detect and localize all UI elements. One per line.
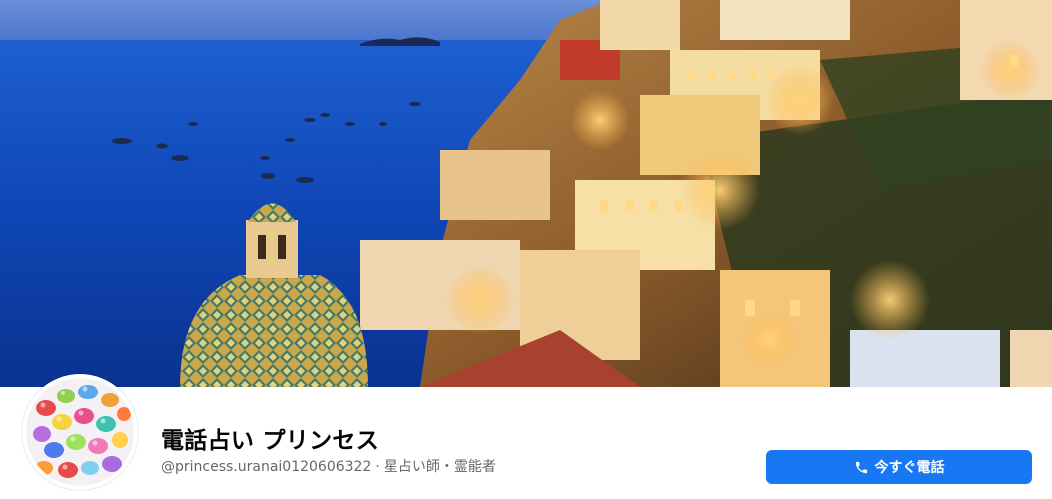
call-now-label: 今すぐ電話	[874, 460, 945, 476]
call-now-button[interactable]: 今すぐ電話	[766, 450, 1032, 484]
page-title[interactable]: 電話占い プリンセス	[161, 421, 379, 455]
profile-avatar[interactable]	[22, 374, 138, 490]
meta-separator: ·	[375, 459, 380, 475]
gemstones-avatar-image	[26, 378, 134, 486]
page-category[interactable]: 星占い師・霊能者	[384, 459, 496, 475]
page-meta: @princess.uranai0120606322 · 星占い師・霊能者	[161, 456, 496, 476]
phone-icon	[855, 461, 867, 473]
cover-image	[0, 0, 1052, 387]
page-handle: @princess.uranai0120606322	[161, 459, 372, 475]
cover-photo[interactable]	[0, 0, 1052, 387]
